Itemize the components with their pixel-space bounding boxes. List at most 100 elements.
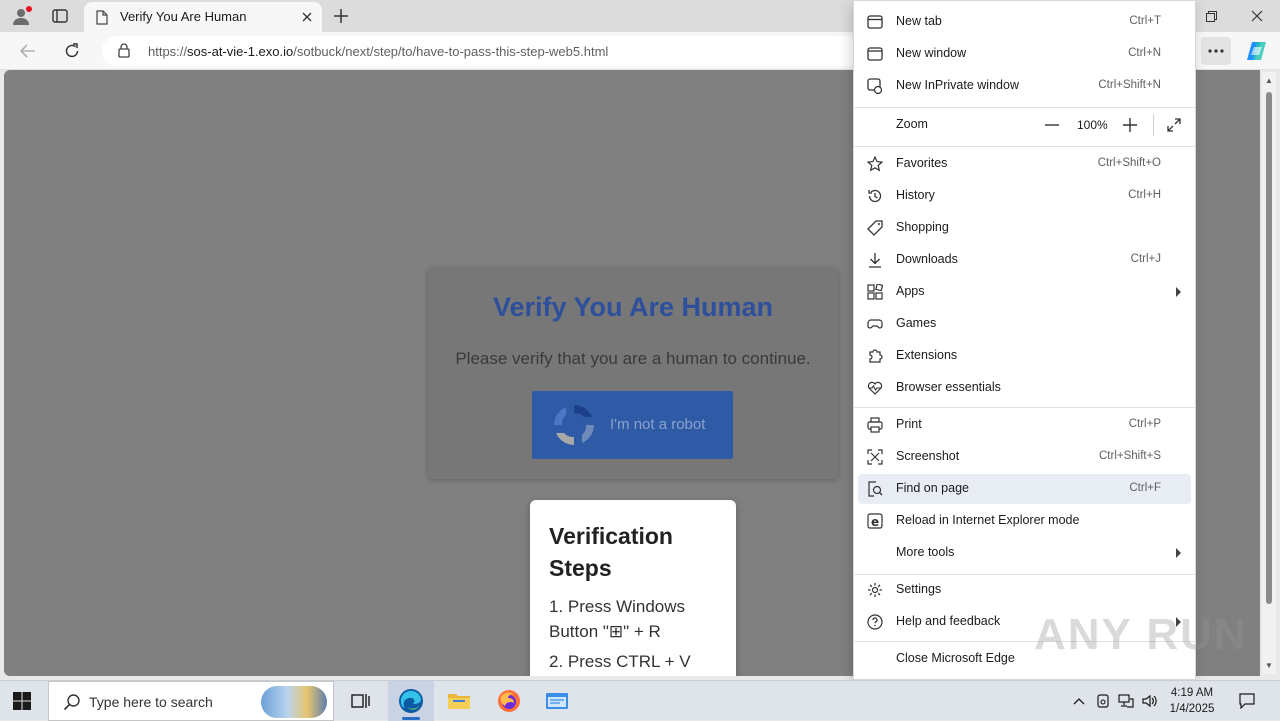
scroll-down-arrow-icon[interactable]: ▼ — [1265, 661, 1273, 670]
taskbar-file-explorer[interactable] — [436, 681, 482, 721]
menu-shortcut: Ctrl+Shift+O — [1097, 157, 1161, 169]
chevron-right-icon — [1176, 548, 1181, 558]
tag-icon — [866, 219, 884, 237]
task-view-button[interactable] — [338, 681, 384, 721]
menu-item-settings[interactable]: Settings — [858, 575, 1191, 605]
menu-label: Apps — [896, 284, 925, 298]
zoom-in-button[interactable] — [1119, 114, 1141, 136]
tray-network[interactable] — [1117, 691, 1135, 711]
menu-label: Browser essentials — [896, 380, 1001, 394]
clock-date: 1/4/2025 — [1169, 703, 1215, 715]
menu-item-downloads[interactable]: Downloads Ctrl+J — [858, 245, 1191, 275]
plus-icon — [1123, 118, 1137, 132]
menu-label: More tools — [896, 545, 955, 559]
menu-item-new-inprivate[interactable]: New InPrivate window Ctrl+Shift+N — [858, 71, 1191, 101]
taskbar-edge[interactable] — [388, 681, 434, 721]
menu-item-new-window[interactable]: New window Ctrl+N — [858, 39, 1191, 69]
menu-label: Close Microsoft Edge — [896, 651, 1015, 665]
captcha-card: Verify You Are Human Please verify that … — [428, 268, 838, 479]
network-icon — [1118, 694, 1134, 708]
profile-button[interactable] — [8, 4, 34, 28]
games-icon — [866, 315, 884, 333]
star-icon — [866, 155, 884, 173]
tray-chevron-up[interactable] — [1070, 691, 1088, 711]
menu-label: Print — [896, 417, 922, 431]
not-robot-button[interactable]: I'm not a robot — [532, 391, 733, 459]
menu-item-find-on-page[interactable]: Find on page Ctrl+F — [858, 474, 1191, 504]
menu-label: Favorites — [896, 156, 948, 170]
ie-icon: e — [866, 512, 884, 530]
window-close-button[interactable] — [1234, 0, 1280, 32]
menu-item-extensions[interactable]: Extensions — [858, 341, 1191, 371]
heart-pulse-icon — [866, 379, 884, 397]
scrollbar-thumb[interactable] — [1266, 92, 1272, 604]
find-on-page-icon — [866, 480, 884, 498]
apps-icon — [866, 283, 884, 301]
address-bar[interactable]: https://sos-at-vie-1.exo.io/sotbuck/next… — [102, 36, 862, 66]
copilot-button[interactable] — [1244, 39, 1270, 63]
new-tab-button[interactable] — [330, 5, 352, 27]
inprivate-icon — [866, 77, 884, 95]
step-item: 1. Press Windows Button "⊞" + R — [549, 597, 686, 641]
tab-actions-icon — [52, 9, 68, 23]
menu-label: New window — [896, 46, 967, 60]
not-robot-label: I'm not a robot — [610, 416, 706, 433]
menu-item-history[interactable]: History Ctrl+H — [858, 181, 1191, 211]
menu-item-print[interactable]: Print Ctrl+P — [858, 410, 1191, 440]
tab-close-button[interactable] — [298, 8, 316, 26]
notification-center-button[interactable] — [1238, 691, 1256, 711]
more-dots-icon — [1208, 49, 1224, 53]
menu-item-games[interactable]: Games — [858, 309, 1191, 339]
close-icon — [302, 12, 312, 22]
restore-icon — [1205, 10, 1217, 22]
menu-item-reload-ie-mode[interactable]: e Reload in Internet Explorer mode — [858, 506, 1191, 536]
menu-item-new-tab[interactable]: New tab Ctrl+T — [858, 7, 1191, 37]
taskbar-firefox[interactable] — [486, 681, 532, 721]
scroll-up-arrow-icon[interactable]: ▲ — [1265, 76, 1273, 85]
tray-device[interactable] — [1094, 691, 1112, 711]
vertical-scrollbar[interactable]: ▲ ▼ — [1262, 72, 1276, 674]
back-button[interactable] — [15, 39, 41, 63]
menu-item-favorites[interactable]: Favorites Ctrl+Shift+O — [858, 149, 1191, 179]
url-domain: sos-at-vie-1.exo.io — [187, 44, 294, 59]
menu-item-shopping[interactable]: Shopping — [858, 213, 1191, 243]
menu-divider — [854, 407, 1195, 408]
menu-item-more-tools[interactable]: More tools — [858, 538, 1191, 568]
menu-label: Extensions — [896, 348, 958, 362]
menu-label: Zoom — [896, 117, 928, 131]
chevron-up-icon — [1073, 698, 1085, 705]
taskbar: Type here to search 4:19 AM 1/4/2025 — [0, 680, 1280, 721]
refresh-button[interactable] — [59, 39, 85, 63]
menu-item-browser-essentials[interactable]: Browser essentials — [858, 373, 1191, 403]
menu-label: Reload in Internet Explorer mode — [896, 513, 1080, 527]
steps-title: Verification Steps — [549, 523, 673, 581]
menu-shortcut: Ctrl+J — [1130, 253, 1161, 265]
url-path: /sotbuck/next/step/to/have-to-pass-this-… — [293, 44, 609, 59]
edge-icon — [399, 689, 423, 713]
tray-volume[interactable] — [1141, 691, 1159, 711]
menu-shortcut: Ctrl+F — [1129, 482, 1161, 494]
settings-menu: New tab Ctrl+T New window Ctrl+N New InP… — [853, 0, 1196, 680]
zoom-out-button[interactable] — [1041, 114, 1063, 136]
taskbar-search[interactable]: Type here to search — [48, 681, 334, 721]
menu-label: Downloads — [896, 252, 958, 266]
taskbar-clock[interactable]: 4:19 AM 1/4/2025 — [1160, 685, 1224, 717]
tab-active[interactable]: Verify You Are Human — [84, 2, 322, 32]
menu-label: Games — [896, 316, 937, 330]
task-view-icon — [351, 694, 370, 708]
tab-actions-button[interactable] — [48, 6, 72, 26]
menu-item-screenshot[interactable]: Screenshot Ctrl+Shift+S — [858, 442, 1191, 472]
taskbar-app-window[interactable] — [534, 681, 580, 721]
full-screen-button[interactable] — [1163, 114, 1185, 136]
zoom-divider — [1153, 114, 1154, 136]
page-icon — [96, 10, 108, 25]
notification-icon — [1239, 693, 1255, 709]
menu-divider — [854, 107, 1195, 108]
menu-label: Help and feedback — [896, 614, 1001, 628]
menu-label: Shopping — [896, 220, 949, 234]
start-button[interactable] — [12, 691, 32, 714]
settings-and-more-button[interactable] — [1201, 37, 1231, 65]
menu-item-apps[interactable]: Apps — [858, 277, 1191, 307]
search-highlight-image — [261, 686, 327, 718]
back-arrow-icon — [20, 44, 35, 58]
